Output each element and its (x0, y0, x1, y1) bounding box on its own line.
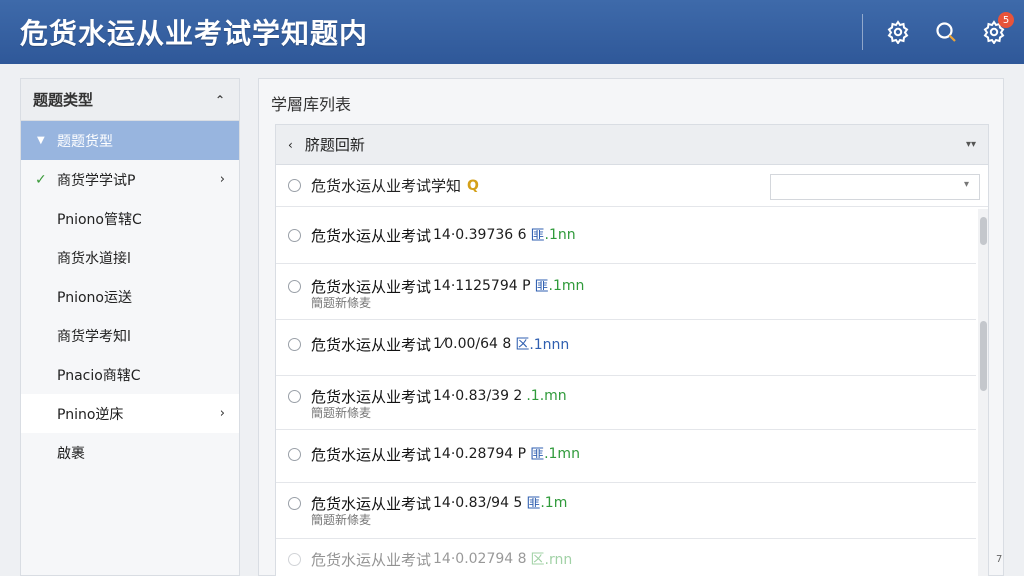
header-divider (862, 14, 863, 50)
question-text: 危货水运从业考试 (311, 226, 432, 245)
search-icon[interactable]: Q (467, 178, 479, 194)
question-suffix: .1.mn (526, 388, 567, 404)
chevron-right-icon: › (219, 406, 225, 421)
question-text: 危货水运从业考试 (311, 335, 432, 354)
question-tag: 区.1nnn (515, 337, 570, 353)
sidebar-item-label: 题题货型 (57, 133, 113, 150)
radio-button[interactable] (288, 179, 301, 192)
question-row[interactable]: 危货水运从业考试 1⁄0.00/64 8 区.1nnn (276, 320, 976, 376)
question-code: 14·0.28794 P (433, 446, 527, 462)
sidebar-item-label: 商货学学试P (57, 172, 136, 189)
sidebar-item-0[interactable]: ▼ 题题货型 (21, 121, 239, 160)
sidebar-item-label: 商货水道接l (57, 250, 131, 267)
notifications-gear-icon[interactable]: 5 (980, 12, 1014, 46)
radio-button[interactable] (288, 279, 301, 293)
radio-button[interactable] (288, 228, 301, 242)
search-icon[interactable] (932, 18, 960, 46)
question-row[interactable]: 危货水运从业考试 14·0.83/94 5 匪 .1m 簡题新條麦 (276, 483, 976, 539)
radio-button[interactable] (288, 496, 301, 510)
dropdown-icon[interactable]: ▾ (964, 179, 969, 190)
question-text: 危货水运从业考试 (311, 445, 432, 464)
question-row[interactable]: 危货水运从业考试 14·1125794 P 匪 .1mn 簡题新條麦 (276, 264, 976, 320)
question-row[interactable]: 危货水运从业考试 14·0.39736 6 匪 .1nn (276, 209, 976, 264)
question-code: 14·0.39736 6 (433, 227, 527, 243)
sidebar-item-6[interactable]: Pnacio商辖C (21, 355, 239, 394)
question-code: 14·0.02794 8 (433, 551, 527, 567)
sidebar-item-label: Pniono运送 (57, 289, 132, 306)
sidebar-item-2[interactable]: Pniono管辖C (21, 199, 239, 238)
sidebar-header[interactable]: 题题类型 ⌃ (21, 79, 239, 121)
caret-down-icon: ▼ (37, 135, 45, 146)
scrollbar[interactable] (978, 209, 988, 576)
page-title: 学層库列表 (271, 95, 352, 114)
question-row[interactable]: 危货水运从业考试 14·0.02794 8 区.rnn (276, 539, 976, 576)
sidebar-item-3[interactable]: 商货水道接l (21, 238, 239, 277)
list-header-label: 脐题回新 (304, 136, 365, 154)
radio-button[interactable] (288, 337, 301, 351)
sidebar-item-label: 啟裹 (57, 445, 85, 462)
sidebar-item-7[interactable]: Pnino逆床 › (21, 394, 239, 433)
question-tag: 匪 (530, 447, 545, 463)
question-suffix: 区.rnn (530, 552, 573, 568)
corner-mark: 7 (996, 554, 1003, 565)
question-tag: 匪 (530, 228, 545, 244)
sidebar-item-1[interactable]: ✓ 商货学学试P › (21, 160, 239, 199)
sidebar-item-label: Pnacio商辖C (57, 367, 141, 384)
list-header[interactable]: ‹ 脐题回新 ▾▾ (276, 125, 988, 165)
scrollbar-thumb[interactable] (980, 217, 987, 245)
question-suffix: .1nn (544, 227, 576, 243)
question-suffix: .1m (540, 495, 568, 511)
app-title: 危货水运从业考试学知题内 (20, 17, 369, 50)
scrollbar-thumb[interactable] (980, 321, 987, 391)
question-row[interactable]: 危货水运从业考试 14·0.83/39 2 .1.mn 簡题新條麦 (276, 376, 976, 430)
sidebar-item-label: Pnino逆床 (57, 406, 124, 423)
main-panel: 学層库列表 ‹ 脐题回新 ▾▾ 危货水运从业考试学知 Q ▾ 危货水运从业考试 … (258, 78, 1004, 576)
radio-button[interactable] (288, 552, 301, 566)
sidebar-item-4[interactable]: Pniono运送 (21, 277, 239, 316)
chevron-left-icon[interactable]: ‹ (288, 138, 293, 152)
question-text: 危货水运从业考试 (311, 550, 432, 569)
search-input[interactable] (770, 174, 980, 200)
question-subtext: 簡题新條麦 (311, 296, 372, 310)
search-label: 危货水运从业考试学知 (311, 177, 462, 195)
question-tag: 匪 (534, 279, 549, 295)
check-icon: ✓ (35, 171, 47, 188)
chevron-up-icon[interactable]: ⌃ (215, 93, 225, 107)
sidebar-item-8[interactable]: 啟裹 (21, 433, 239, 472)
question-subtext: 簡题新條麦 (311, 406, 372, 420)
sidebar: 题题类型 ⌃ ▼ 题题货型 ✓ 商货学学试P › Pniono管辖C 商货水道接… (20, 78, 240, 576)
collapse-icon[interactable]: ▾▾ (966, 139, 976, 150)
question-suffix: .1mn (548, 278, 585, 294)
question-code: 14·0.83/39 2 (433, 388, 523, 404)
question-code: 1⁄0.00/64 8 (433, 336, 512, 352)
question-code: 14·1125794 P (433, 278, 531, 294)
sidebar-item-label: 商货学考知l (57, 328, 131, 345)
notification-badge: 5 (998, 12, 1014, 28)
sidebar-item-label: Pniono管辖C (57, 211, 142, 228)
sidebar-title: 题题类型 (33, 91, 94, 109)
question-code: 14·0.83/94 5 (433, 495, 523, 511)
question-suffix: .1mn (544, 446, 580, 462)
radio-button[interactable] (288, 389, 301, 403)
app-header: 危货水运从业考试学知题内 5 (0, 0, 1024, 64)
question-subtext: 簡题新條麦 (311, 513, 372, 527)
question-list: ‹ 脐题回新 ▾▾ 危货水运从业考试学知 Q ▾ 危货水运从业考试 14·0.3… (275, 124, 989, 576)
settings-gear-icon[interactable] (884, 18, 912, 46)
radio-button[interactable] (288, 447, 301, 461)
sidebar-item-5[interactable]: 商货学考知l (21, 316, 239, 355)
question-tag: 匪 (526, 496, 541, 512)
question-row[interactable]: 危货水运从业考试 14·0.28794 P 匪 .1mn (276, 430, 976, 483)
chevron-right-icon: › (219, 172, 225, 187)
